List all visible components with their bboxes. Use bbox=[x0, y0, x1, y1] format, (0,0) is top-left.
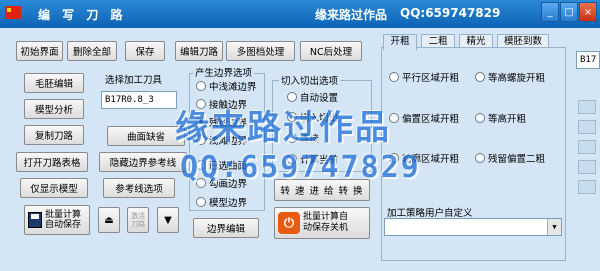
maximize-button[interactable]: □ bbox=[560, 2, 578, 22]
boundary-option-radio[interactable]: 中浅滩边界 bbox=[196, 79, 257, 93]
show-model-only-button[interactable]: 仅显示模型 bbox=[20, 178, 88, 198]
boundary-option-label: 模型边界 bbox=[209, 198, 248, 209]
strategy-radio[interactable]: 偏置区域开粗 bbox=[389, 111, 459, 125]
radio-icon bbox=[475, 72, 485, 82]
author-label: 缘来路过作品 bbox=[315, 8, 388, 22]
move-up-button[interactable]: ⏏ bbox=[98, 207, 120, 233]
strategy-label: 等高螺旋开粗 bbox=[488, 73, 546, 84]
open-path-table-button[interactable]: 打开刀路表格 bbox=[16, 152, 88, 172]
floppy-disk-icon bbox=[28, 212, 42, 228]
radio-icon bbox=[287, 112, 297, 122]
radio-icon bbox=[196, 178, 206, 188]
cut-option-label: 切入切出 bbox=[300, 113, 339, 124]
radio-icon bbox=[196, 117, 206, 127]
hide-boundary-params-button[interactable]: 隐藏边界参考线 bbox=[99, 152, 187, 172]
tab-rough[interactable]: 开粗 bbox=[383, 34, 417, 50]
boundary-option-radio[interactable]: 接触边界 bbox=[196, 97, 247, 111]
multi-doc-button[interactable]: 多图档处理 bbox=[226, 41, 295, 61]
title-bar: 编 写 刀 路 缘来路过作品 QQ:659747829 _ □ × bbox=[0, 0, 600, 28]
cut-option-radio[interactable]: 连接 bbox=[287, 131, 319, 145]
strategy-label: 轮廓区域开粗 bbox=[402, 154, 460, 165]
chevron-down-icon: ▼ bbox=[547, 219, 561, 235]
cut-options-label: 切入切出选项 bbox=[279, 73, 341, 87]
radio-icon bbox=[389, 113, 399, 123]
strategy-radio[interactable]: 等高开粗 bbox=[475, 111, 526, 125]
boundary-option-radio[interactable]: 模型边界 bbox=[196, 195, 247, 209]
radio-icon bbox=[475, 153, 485, 163]
boundary-option-radio[interactable]: 已选曲面 bbox=[196, 158, 247, 172]
radio-icon bbox=[196, 99, 206, 109]
edit-path-button[interactable]: 编辑刀路 bbox=[175, 41, 223, 61]
batch-calc-save-button[interactable]: 批量计算 自动保存 bbox=[24, 205, 90, 235]
custom-strategy-select[interactable]: ▼ bbox=[384, 218, 562, 236]
strategy-label: 等高开粗 bbox=[488, 114, 527, 125]
eject-up-icon: ⏏ bbox=[104, 214, 114, 226]
boundary-option-radio[interactable]: 勾画边界 bbox=[196, 176, 247, 190]
cut-option-label: 自动设置 bbox=[300, 93, 339, 104]
delete-all-button[interactable]: 删除全部 bbox=[67, 41, 117, 61]
activate-path-button[interactable]: 激活 刀路 bbox=[127, 207, 149, 233]
init-ui-button[interactable]: 初始界面 bbox=[16, 41, 63, 61]
boundary-option-label: 勾画边界 bbox=[209, 179, 248, 190]
radio-icon bbox=[196, 81, 206, 91]
strategy-radio[interactable]: 残留偏置二粗 bbox=[475, 151, 545, 165]
boundary-options-label: 产生边界选项 bbox=[193, 65, 255, 79]
app-title: 编 写 刀 路 bbox=[38, 8, 127, 22]
minimize-button[interactable]: _ bbox=[541, 2, 559, 22]
speed-feed-convert-button[interactable]: 转 速 进 给 转 换 bbox=[274, 179, 370, 201]
move-down-button[interactable]: ▼ bbox=[157, 207, 179, 233]
chevron-down-icon: ▼ bbox=[164, 214, 172, 226]
boundary-option-label: 浅滩边界 bbox=[209, 136, 248, 147]
nc-post-button[interactable]: NC后处理 bbox=[300, 41, 362, 61]
strategy-label: 偏置区域开粗 bbox=[402, 114, 460, 125]
radio-icon bbox=[287, 133, 297, 143]
cut-option-label: 计算当前 bbox=[300, 155, 339, 166]
boundary-edit-button[interactable]: 边界编辑 bbox=[193, 218, 259, 238]
boundary-option-label: 接触边界 bbox=[209, 100, 248, 111]
blank-edit-button[interactable]: 毛胚编辑 bbox=[24, 73, 84, 93]
strategy-radio[interactable]: 等高螺旋开粗 bbox=[475, 70, 545, 84]
save-button[interactable]: 保存 bbox=[125, 41, 165, 61]
right-side-strip bbox=[578, 100, 596, 240]
boundary-option-radio[interactable]: 浅滩边界 bbox=[196, 133, 247, 147]
power-icon: ⏻ bbox=[278, 212, 300, 234]
boundary-option-label: 中浅滩边界 bbox=[209, 82, 257, 93]
boundary-option-radio[interactable]: 残留边界 bbox=[196, 115, 247, 129]
boundary-option-label: 已选曲面 bbox=[209, 161, 248, 172]
radio-icon bbox=[475, 113, 485, 123]
ref-line-options-button[interactable]: 参考线选项 bbox=[103, 178, 175, 198]
model-analysis-button[interactable]: 模型分析 bbox=[24, 99, 84, 119]
right-tool-field[interactable]: B17 bbox=[576, 51, 600, 69]
radio-icon bbox=[287, 154, 297, 164]
radio-icon bbox=[196, 197, 206, 207]
close-button[interactable]: × bbox=[579, 2, 597, 22]
tool-select-label: 选择加工刀具 bbox=[103, 72, 165, 86]
tool-select-input[interactable]: B17R0.8_3 bbox=[101, 91, 177, 109]
radio-icon bbox=[389, 153, 399, 163]
batch-calc-shutdown-button[interactable]: ⏻ 批量计算自 动保存关机 bbox=[274, 207, 370, 239]
radio-icon bbox=[196, 160, 206, 170]
boundary-option-label: 残留边界 bbox=[209, 118, 248, 129]
cut-option-label: 连接 bbox=[300, 134, 320, 145]
batch-calc-shutdown-label: 批量计算自 动保存关机 bbox=[303, 212, 349, 233]
strategy-radio[interactable]: 轮廓区域开粗 bbox=[389, 151, 459, 165]
radio-icon bbox=[196, 135, 206, 145]
copy-path-button[interactable]: 复制刀路 bbox=[24, 125, 84, 145]
qq-label: QQ:659747829 bbox=[400, 6, 501, 20]
strategy-radio[interactable]: 平行区域开粗 bbox=[389, 70, 459, 84]
radio-icon bbox=[287, 92, 297, 102]
cut-option-radio[interactable]: 切入切出 bbox=[287, 110, 338, 124]
cut-option-radio[interactable]: 自动设置 bbox=[287, 90, 338, 104]
strategy-label: 平行区域开粗 bbox=[402, 73, 460, 84]
surface-missing-button[interactable]: 曲面缺省 bbox=[107, 126, 185, 146]
cut-option-radio[interactable]: 计算当前 bbox=[287, 152, 338, 166]
radio-icon bbox=[389, 72, 399, 82]
custom-strategy-label: 加工策略用户自定义 bbox=[385, 205, 475, 219]
app-flag-icon bbox=[5, 6, 21, 19]
batch-calc-save-label: 批量计算 自动保存 bbox=[45, 210, 82, 230]
strategy-label: 残留偏置二粗 bbox=[488, 154, 546, 165]
